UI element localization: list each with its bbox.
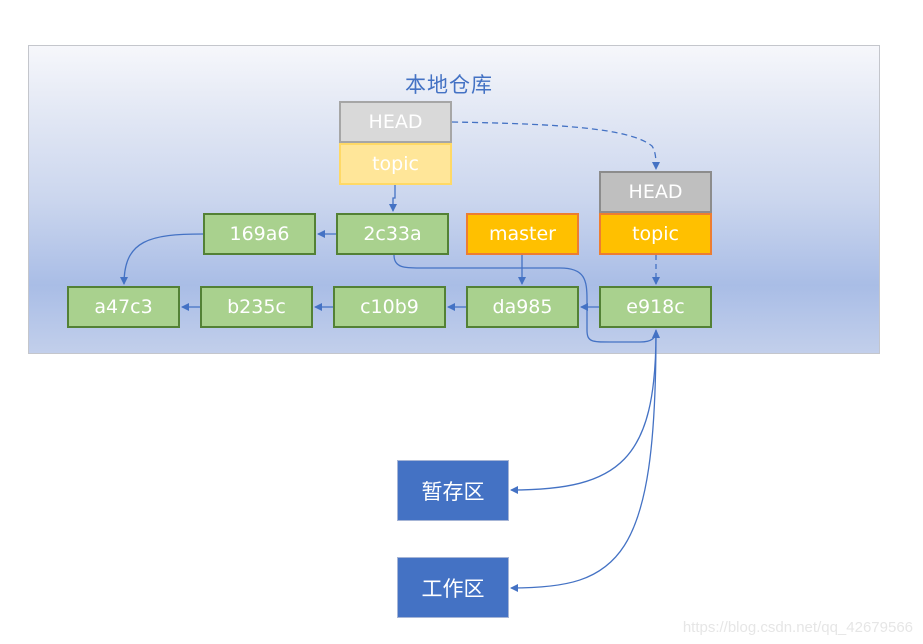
branch-master[interactable]: master — [466, 213, 579, 255]
commit-c10b9[interactable]: c10b9 — [333, 286, 446, 328]
branch-topic-old[interactable]: topic — [339, 143, 452, 185]
working-directory[interactable]: 工作区 — [397, 557, 509, 618]
edge-e918c-working — [510, 331, 657, 592]
staging-area[interactable]: 暂存区 — [397, 460, 509, 521]
commit-a47c3[interactable]: a47c3 — [67, 286, 180, 328]
commit-e918c[interactable]: e918c — [599, 286, 712, 328]
commit-169a6[interactable]: 169a6 — [203, 213, 316, 255]
commit-2c33a[interactable]: 2c33a — [336, 213, 449, 255]
edge-topic-2c33a — [389, 185, 397, 212]
head-pointer-old[interactable]: HEAD — [339, 101, 452, 143]
head-pointer-new[interactable]: HEAD — [599, 171, 712, 213]
watermark: https://blog.csdn.net/qq_42679566 — [682, 619, 913, 636]
commit-da985[interactable]: da985 — [466, 286, 579, 328]
edge-e918c-staging — [510, 331, 657, 494]
branch-topic-new[interactable]: topic — [599, 213, 712, 255]
e918c-up-arrowhead — [652, 329, 660, 338]
commit-b235c[interactable]: b235c — [200, 286, 313, 328]
edge-169a6-a47c3 — [120, 233, 204, 285]
edge-head-move — [451, 121, 660, 170]
